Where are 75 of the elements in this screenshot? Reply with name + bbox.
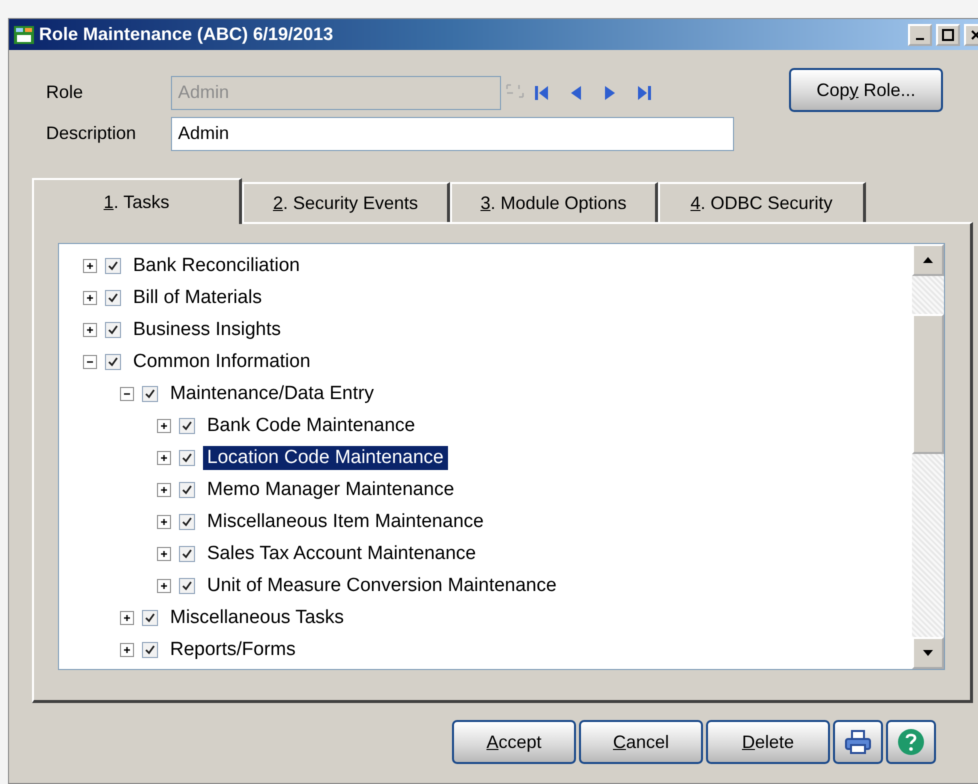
- checkbox[interactable]: [179, 418, 195, 434]
- plus-icon: [158, 580, 170, 592]
- expand-button[interactable]: [157, 515, 171, 529]
- plus-icon: [158, 548, 170, 560]
- expand-button[interactable]: [157, 451, 171, 465]
- checkbox[interactable]: [105, 354, 121, 370]
- tree-item[interactable]: Reports/Forms: [166, 638, 300, 662]
- tab[interactable]: 4. ODBC Security: [658, 182, 866, 222]
- tree-item[interactable]: Bank Reconciliation: [129, 254, 304, 278]
- checkbox[interactable]: [105, 290, 121, 306]
- description-field[interactable]: Admin: [171, 116, 734, 150]
- maximize-button[interactable]: [936, 24, 960, 46]
- expand-button[interactable]: [83, 259, 97, 273]
- checkbox[interactable]: [105, 258, 121, 274]
- tab[interactable]: 2. Security Events: [242, 182, 450, 222]
- expand-button[interactable]: [120, 643, 134, 657]
- checkbox[interactable]: [179, 514, 195, 530]
- checkbox[interactable]: [179, 482, 195, 498]
- plus-icon: [158, 484, 170, 496]
- expand-button[interactable]: [120, 611, 134, 625]
- scroll-thumb[interactable]: [912, 314, 944, 454]
- tree-item[interactable]: Common Information: [129, 350, 314, 374]
- tree-item[interactable]: Business Insights: [129, 318, 285, 342]
- checkbox[interactable]: [142, 386, 158, 402]
- tree-item[interactable]: Memo Manager Maintenance: [203, 478, 458, 502]
- minimize-button[interactable]: [908, 24, 932, 46]
- plus-icon: [121, 644, 133, 656]
- scroll-down-button[interactable]: [912, 637, 944, 669]
- description-label: Description: [46, 123, 138, 144]
- expand-button[interactable]: [157, 547, 171, 561]
- plus-icon: [158, 516, 170, 528]
- plus-icon: [84, 292, 96, 304]
- role-label: Role: [46, 82, 84, 103]
- plus-icon: [121, 612, 133, 624]
- scrollbar[interactable]: [912, 244, 944, 669]
- plus-icon: [158, 420, 170, 432]
- tree-item[interactable]: Bank Code Maintenance: [203, 414, 420, 438]
- checkbox[interactable]: [179, 546, 195, 562]
- expand-button[interactable]: [157, 579, 171, 593]
- tab[interactable]: 1. Tasks: [32, 178, 242, 224]
- tree-item[interactable]: Unit of Measure Conversion Maintenance: [203, 574, 561, 598]
- plus-icon: [84, 260, 96, 272]
- tree-item[interactable]: Miscellaneous Tasks: [166, 606, 348, 630]
- expand-button[interactable]: [83, 323, 97, 337]
- checkbox[interactable]: [142, 610, 158, 626]
- printer-icon: [844, 729, 872, 755]
- tree-item[interactable]: Miscellaneous Item Maintenance: [203, 510, 488, 534]
- checkbox[interactable]: [142, 642, 158, 658]
- expand-button[interactable]: [157, 419, 171, 433]
- expand-button[interactable]: [157, 483, 171, 497]
- minimize-icon: [916, 38, 924, 40]
- checkbox[interactable]: [179, 578, 195, 594]
- checkbox[interactable]: [105, 322, 121, 338]
- collapse-button[interactable]: [120, 387, 134, 401]
- dialog-button[interactable]: Cancel: [579, 720, 703, 764]
- tree-item[interactable]: Location Code Maintenance: [203, 446, 448, 470]
- expand-button[interactable]: [83, 291, 97, 305]
- dialog-button[interactable]: Delete: [706, 720, 830, 764]
- maximize-icon: [942, 28, 954, 40]
- help-button[interactable]: [886, 720, 936, 764]
- help-icon: [896, 727, 926, 757]
- window-title: Role Maintenance (ABC) 6/19/2013: [39, 24, 334, 45]
- plus-icon: [158, 452, 170, 464]
- scroll-up-button[interactable]: [912, 244, 944, 276]
- print-button[interactable]: [833, 720, 883, 764]
- checkbox[interactable]: [179, 450, 195, 466]
- collapse-button[interactable]: [83, 355, 97, 369]
- tree-item[interactable]: Sales Tax Account Maintenance: [203, 542, 480, 566]
- tree-item[interactable]: Maintenance/Data Entry: [166, 382, 378, 406]
- app-icon: [13, 24, 35, 46]
- copy-role-button[interactable]: Copy Role...: [789, 68, 943, 112]
- plus-icon: [84, 324, 96, 336]
- tab[interactable]: 3. Module Options: [450, 182, 658, 222]
- dialog-button[interactable]: Accept: [452, 720, 576, 764]
- tree-item[interactable]: Bill of Materials: [129, 286, 266, 310]
